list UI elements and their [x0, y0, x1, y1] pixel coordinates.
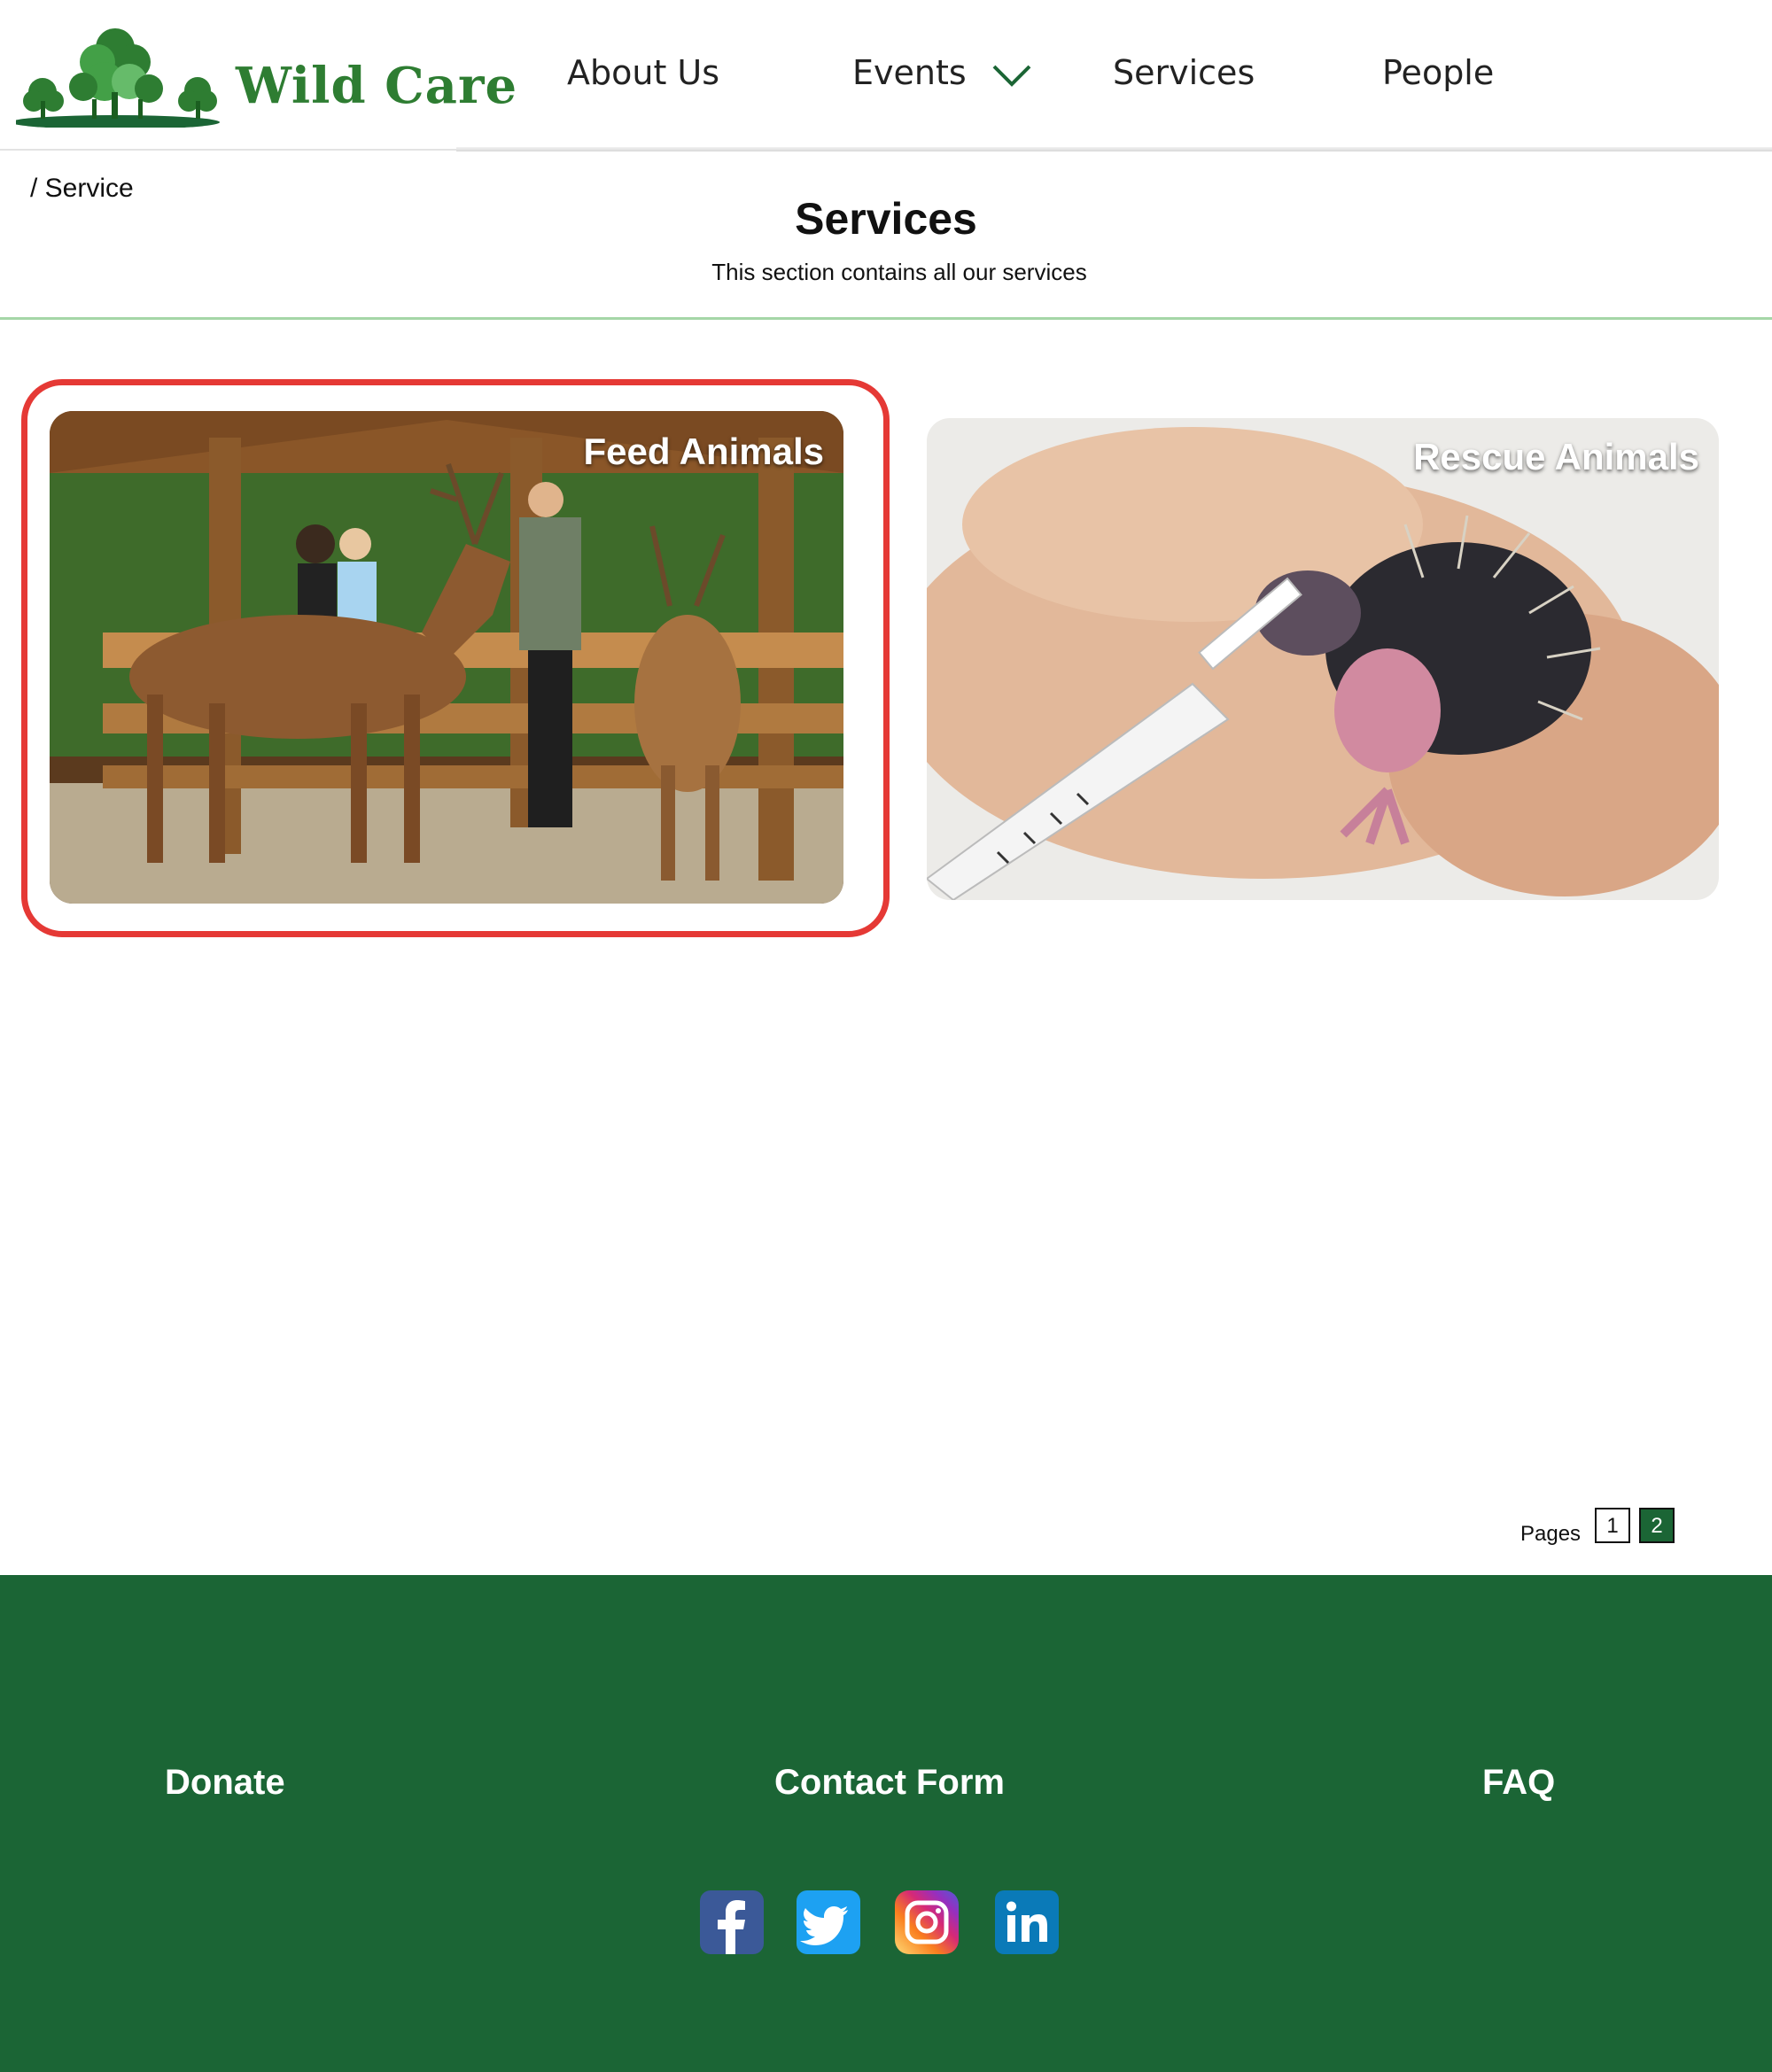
site-footer — [0, 1575, 1772, 2072]
footer-faq-link[interactable]: FAQ — [1482, 1763, 1555, 1803]
twitter-icon[interactable] — [797, 1890, 860, 1954]
chevron-down-icon — [992, 65, 1031, 87]
nav-events-label: Events — [852, 53, 967, 92]
trees-logo-icon — [11, 28, 220, 129]
section-divider — [0, 317, 1772, 320]
header-divider-left — [0, 149, 456, 151]
pagination-label: Pages — [1520, 1522, 1582, 1546]
card-title-rescue-animals: Rescue Animals — [1413, 436, 1699, 477]
nav-events[interactable]: Events — [852, 53, 1032, 92]
page-button-2-current[interactable]: 2 — [1639, 1508, 1675, 1543]
service-card-feed-animals[interactable]: Feed Animals — [50, 411, 843, 904]
card-title-feed-animals: Feed Animals — [583, 431, 824, 472]
linkedin-icon[interactable] — [995, 1890, 1059, 1954]
feed-animals-image — [50, 411, 843, 904]
footer-contact-form-link[interactable]: Contact Form — [774, 1763, 1005, 1803]
nav-services[interactable]: Services — [1113, 53, 1255, 92]
site-logo[interactable]: Wild Care — [11, 23, 517, 129]
page-button-1[interactable]: 1 — [1595, 1508, 1630, 1543]
footer-donate-link[interactable]: Donate — [165, 1763, 285, 1803]
page-subtitle: This section contains all our services — [711, 259, 1087, 285]
service-card-rescue-animals[interactable]: Rescue Animals — [927, 418, 1719, 900]
page-title: Services — [795, 194, 977, 244]
facebook-icon[interactable] — [700, 1890, 764, 1954]
instagram-icon[interactable] — [895, 1890, 959, 1954]
nav-people[interactable]: People — [1382, 53, 1494, 92]
rescue-animals-image — [927, 418, 1719, 900]
nav-about-us[interactable]: About Us — [567, 53, 719, 92]
header-divider-shadow — [456, 147, 1772, 151]
logo-wordmark: Wild Care — [236, 57, 518, 115]
